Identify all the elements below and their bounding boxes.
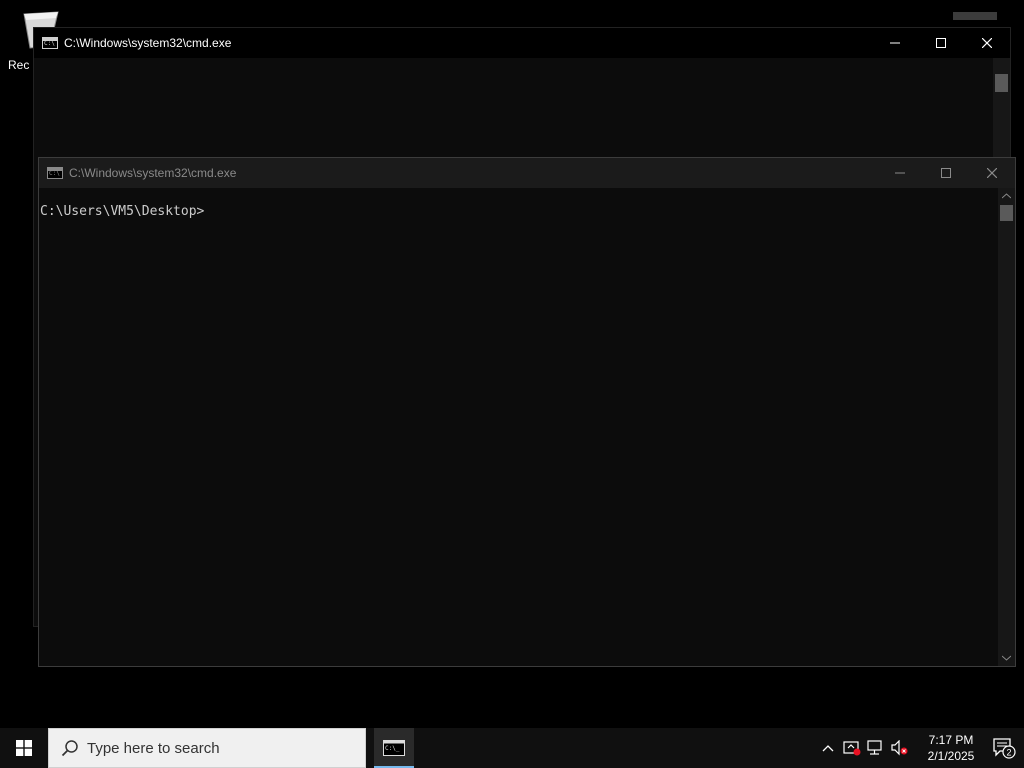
minimize-button[interactable]	[872, 28, 918, 58]
security-alert-icon	[843, 741, 861, 756]
notification-icon: 2	[993, 738, 1016, 759]
svg-text:C:\_: C:\_	[385, 745, 400, 752]
cmd-app-icon	[42, 37, 58, 49]
window-title: C:\Windows\system32\cmd.exe	[64, 36, 232, 50]
window-title: C:\Windows\system32\cmd.exe	[69, 166, 237, 180]
security-tray-button[interactable]	[840, 728, 864, 768]
window-titlebar[interactable]: C:\Windows\system32\cmd.exe	[34, 28, 1010, 58]
scroll-down-button[interactable]	[998, 650, 1015, 666]
maximize-button[interactable]	[918, 28, 964, 58]
clock-date: 2/1/2025	[927, 749, 975, 763]
recycle-bin-label: Rec	[8, 58, 30, 72]
windows-logo-icon	[16, 740, 32, 756]
minimize-icon	[895, 172, 905, 174]
close-button[interactable]	[969, 158, 1015, 188]
chevron-up-icon	[1002, 193, 1011, 199]
cmd-app-icon: C:\_	[383, 740, 405, 756]
volume-muted-icon	[891, 740, 908, 756]
cmd-app-icon	[47, 167, 63, 179]
maximize-icon	[936, 38, 946, 48]
window-titlebar[interactable]: C:\Windows\system32\cmd.exe	[39, 158, 1015, 188]
taskbar-clock[interactable]: 7:17 PM 2/1/2025	[918, 732, 984, 764]
volume-tray-button[interactable]	[888, 728, 912, 768]
close-button[interactable]	[964, 28, 1010, 58]
maximize-button[interactable]	[923, 158, 969, 188]
vertical-scrollbar[interactable]	[998, 188, 1015, 666]
taskbar: C:\_	[0, 728, 1024, 768]
clock-time: 7:17 PM	[928, 733, 974, 747]
network-tray-button[interactable]	[864, 728, 888, 768]
minimize-button[interactable]	[877, 158, 923, 188]
notification-count: 2	[1006, 748, 1011, 758]
scrollbar-thumb[interactable]	[1000, 205, 1013, 221]
scroll-up-button[interactable]	[998, 188, 1015, 204]
action-center-button[interactable]: 2	[984, 728, 1024, 768]
minimize-icon	[890, 42, 900, 44]
scrollbar-thumb[interactable]	[995, 74, 1008, 92]
chevron-down-icon	[1002, 655, 1011, 661]
close-icon	[987, 168, 997, 178]
close-icon	[982, 38, 992, 48]
cmd-window-foreground[interactable]: C:\Windows\system32\cmd.exe C:\Users\VM5…	[38, 157, 1016, 667]
background-window-edge	[953, 12, 997, 20]
chevron-up-icon	[822, 745, 834, 752]
search-icon	[61, 740, 78, 757]
taskbar-item-cmd[interactable]: C:\_	[374, 728, 414, 768]
show-hidden-icons-button[interactable]	[816, 728, 840, 768]
maximize-icon	[941, 168, 951, 178]
system-tray: 7:17 PM 2/1/2025 2	[816, 728, 1024, 768]
taskbar-search-box[interactable]	[48, 728, 366, 768]
console-prompt[interactable]: C:\Users\VM5\Desktop>	[40, 204, 997, 219]
start-button[interactable]	[0, 728, 48, 768]
network-icon	[867, 740, 882, 755]
search-input[interactable]	[87, 739, 327, 757]
